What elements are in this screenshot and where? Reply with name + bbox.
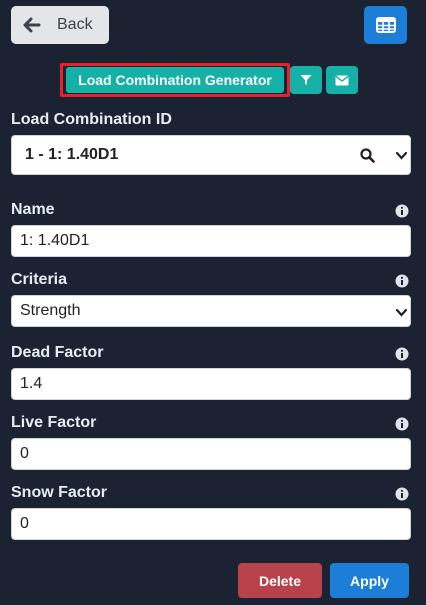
- dead-factor-field[interactable]: 1.4: [11, 368, 411, 400]
- name-label: Name: [11, 201, 55, 218]
- envelope-icon: [335, 75, 349, 85]
- combo-id-label: Load Combination ID: [11, 111, 172, 128]
- info-icon: [395, 487, 409, 501]
- info-icon: [395, 417, 409, 431]
- name-value: 1: 1.40D1: [20, 232, 90, 249]
- back-button-label: Back: [57, 16, 93, 33]
- criteria-value: Strength: [20, 302, 81, 319]
- filter-icon: [300, 75, 312, 85]
- name-field[interactable]: 1: 1.40D1: [11, 225, 411, 257]
- load-combination-generator-button[interactable]: Load Combination Generator: [66, 67, 284, 93]
- chevron-down-icon: [395, 151, 408, 160]
- info-icon: [395, 347, 409, 361]
- table-grid-icon: [375, 17, 396, 33]
- table-view-button[interactable]: [364, 6, 407, 44]
- search-icon[interactable]: [360, 148, 375, 163]
- live-factor-field[interactable]: 0: [11, 438, 411, 470]
- snow-factor-value: 0: [20, 515, 29, 532]
- email-button[interactable]: [326, 66, 358, 94]
- chevron-down-icon: [395, 308, 408, 317]
- snow-factor-field[interactable]: 0: [11, 508, 411, 540]
- apply-button[interactable]: Apply: [330, 563, 409, 598]
- dead-factor-label: Dead Factor: [11, 344, 104, 361]
- live-factor-label: Live Factor: [11, 414, 97, 431]
- info-icon: [395, 204, 409, 218]
- dead-factor-value: 1.4: [20, 375, 43, 392]
- delete-button[interactable]: Delete: [238, 563, 322, 598]
- back-button[interactable]: Back: [11, 6, 109, 44]
- combo-id-select[interactable]: 1 - 1: 1.40D1: [11, 135, 411, 175]
- filter-button[interactable]: [290, 66, 322, 94]
- criteria-label: Criteria: [11, 271, 68, 288]
- info-icon: [395, 274, 409, 288]
- combo-id-value: 1 - 1: 1.40D1: [25, 146, 119, 163]
- snow-factor-label: Snow Factor: [11, 484, 108, 501]
- criteria-select[interactable]: Strength: [11, 295, 411, 327]
- live-factor-value: 0: [20, 445, 29, 462]
- arrow-left-icon: [23, 17, 41, 33]
